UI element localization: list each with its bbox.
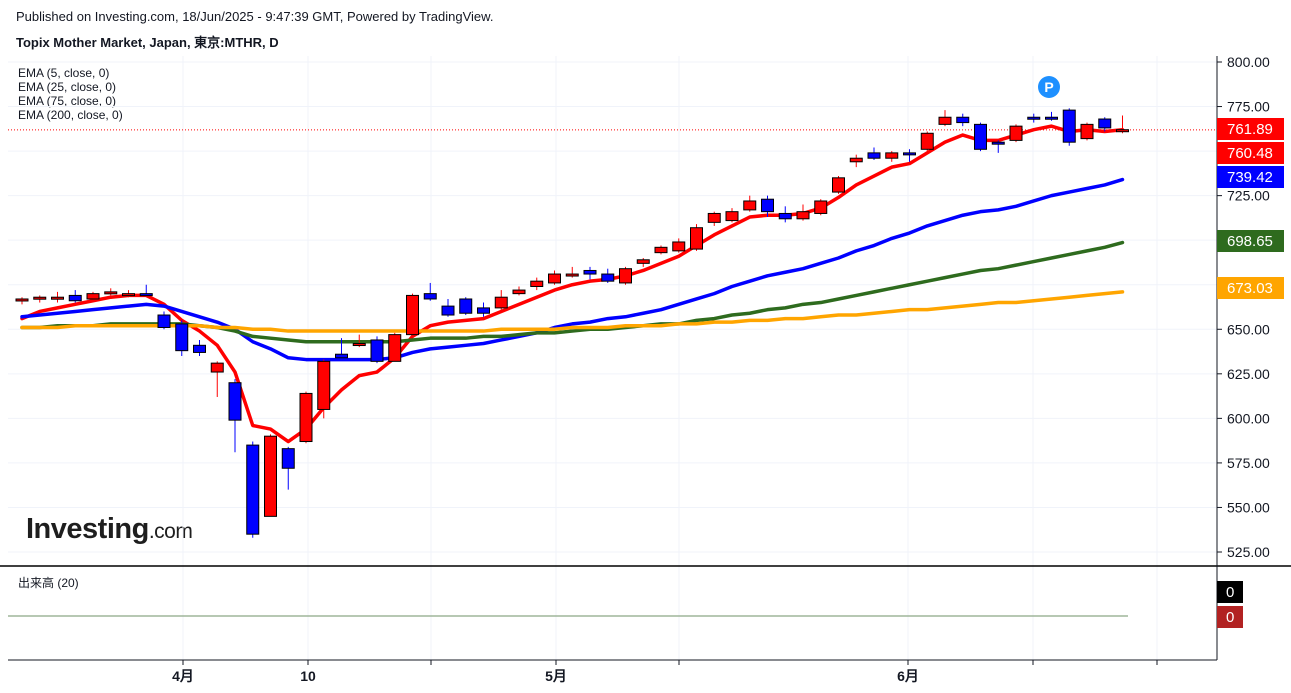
chart-canvas[interactable]: 800.00775.00750.00725.00700.00675.00650.… (0, 0, 1291, 693)
candle-body (956, 116, 970, 124)
y-tick-label: 625.00 (1227, 366, 1270, 382)
volume-tag-label: 0 (1226, 584, 1234, 601)
candle-body (281, 448, 295, 469)
candle-body (1080, 123, 1094, 140)
candle-body (707, 212, 721, 223)
candle-body (565, 273, 579, 277)
candle-body (778, 212, 792, 220)
x-tick-label: 10 (300, 668, 316, 684)
candle-body (832, 177, 845, 193)
candle-body (1062, 109, 1076, 143)
candle-body (317, 360, 331, 410)
candle-body (175, 323, 189, 352)
candle-body (583, 269, 597, 275)
y-tick-label: 600.00 (1227, 410, 1270, 426)
candle-body (86, 293, 100, 300)
y-tick-label: 775.00 (1227, 99, 1270, 115)
candle-body (991, 141, 1005, 145)
candle-body (920, 132, 934, 150)
price-tag-label: 739.42 (1227, 169, 1273, 186)
y-tick-label: 550.00 (1227, 499, 1270, 515)
candle-body (796, 211, 810, 220)
candle-body (725, 211, 739, 222)
candle-body (104, 291, 118, 295)
candle-body (210, 362, 224, 373)
ema-line-0 (20, 124, 1125, 444)
candle-body (68, 294, 82, 302)
candle-body (761, 198, 774, 213)
candle-body (370, 339, 384, 362)
candle-body (530, 280, 544, 288)
candle-body (1045, 116, 1058, 120)
ema-lines (20, 124, 1125, 444)
y-tick-label: 525.00 (1227, 544, 1270, 560)
candle-body (157, 314, 171, 328)
axes: 800.00775.00750.00725.00700.00675.00650.… (0, 54, 1291, 684)
candle-body (406, 294, 419, 336)
chart-grid (8, 56, 1217, 660)
candle-body (1009, 125, 1023, 141)
candle-body (654, 246, 668, 254)
candle-body (885, 152, 899, 159)
y-tick-label: 725.00 (1227, 188, 1270, 204)
candle-body (299, 392, 313, 443)
candle-body (441, 305, 455, 316)
candle-body (849, 157, 863, 163)
candle-body (601, 273, 615, 282)
candle-body (867, 152, 881, 159)
candle-body (228, 382, 242, 421)
candle-body (974, 123, 987, 150)
y-tick-label: 650.00 (1227, 321, 1270, 337)
price-tag-label: 761.89 (1227, 121, 1273, 138)
candle-body (1116, 129, 1129, 133)
candle-body (494, 296, 508, 309)
price-tag-label: 673.03 (1227, 280, 1273, 297)
candle-body (51, 296, 64, 300)
y-tick-label: 800.00 (1227, 54, 1270, 70)
candle-body (139, 293, 153, 297)
y-tick-label: 575.00 (1227, 455, 1270, 471)
candle-body (814, 200, 828, 214)
candle-body (1027, 116, 1041, 120)
candle-body (743, 200, 757, 211)
candle-body (938, 116, 952, 125)
x-tick-label: 6月 (897, 668, 919, 684)
candle-body (636, 259, 650, 264)
candle-body (352, 343, 366, 347)
candle-body (903, 152, 916, 156)
candle-body (335, 353, 348, 359)
price-tag-label: 760.48 (1227, 145, 1273, 162)
candle-body (264, 435, 277, 517)
candle-body (459, 298, 473, 314)
candle-body (246, 444, 260, 535)
price-tag-label: 698.65 (1227, 233, 1273, 250)
candle-body (690, 227, 703, 250)
candle-body (548, 273, 561, 284)
candle-body (1098, 118, 1112, 129)
x-tick-label: 5月 (545, 668, 567, 684)
candle-body (122, 293, 135, 297)
volume-tag-label: 0 (1226, 609, 1234, 626)
candle-body (512, 289, 526, 295)
candle-body (423, 293, 437, 300)
candle-body (388, 334, 402, 362)
candle-body (619, 268, 632, 284)
candle-body (33, 296, 47, 300)
candle-body (193, 344, 206, 353)
candle-body (15, 298, 29, 302)
x-tick-label: 4月 (172, 668, 194, 684)
candle-body (672, 241, 686, 252)
candle-body (477, 307, 490, 314)
